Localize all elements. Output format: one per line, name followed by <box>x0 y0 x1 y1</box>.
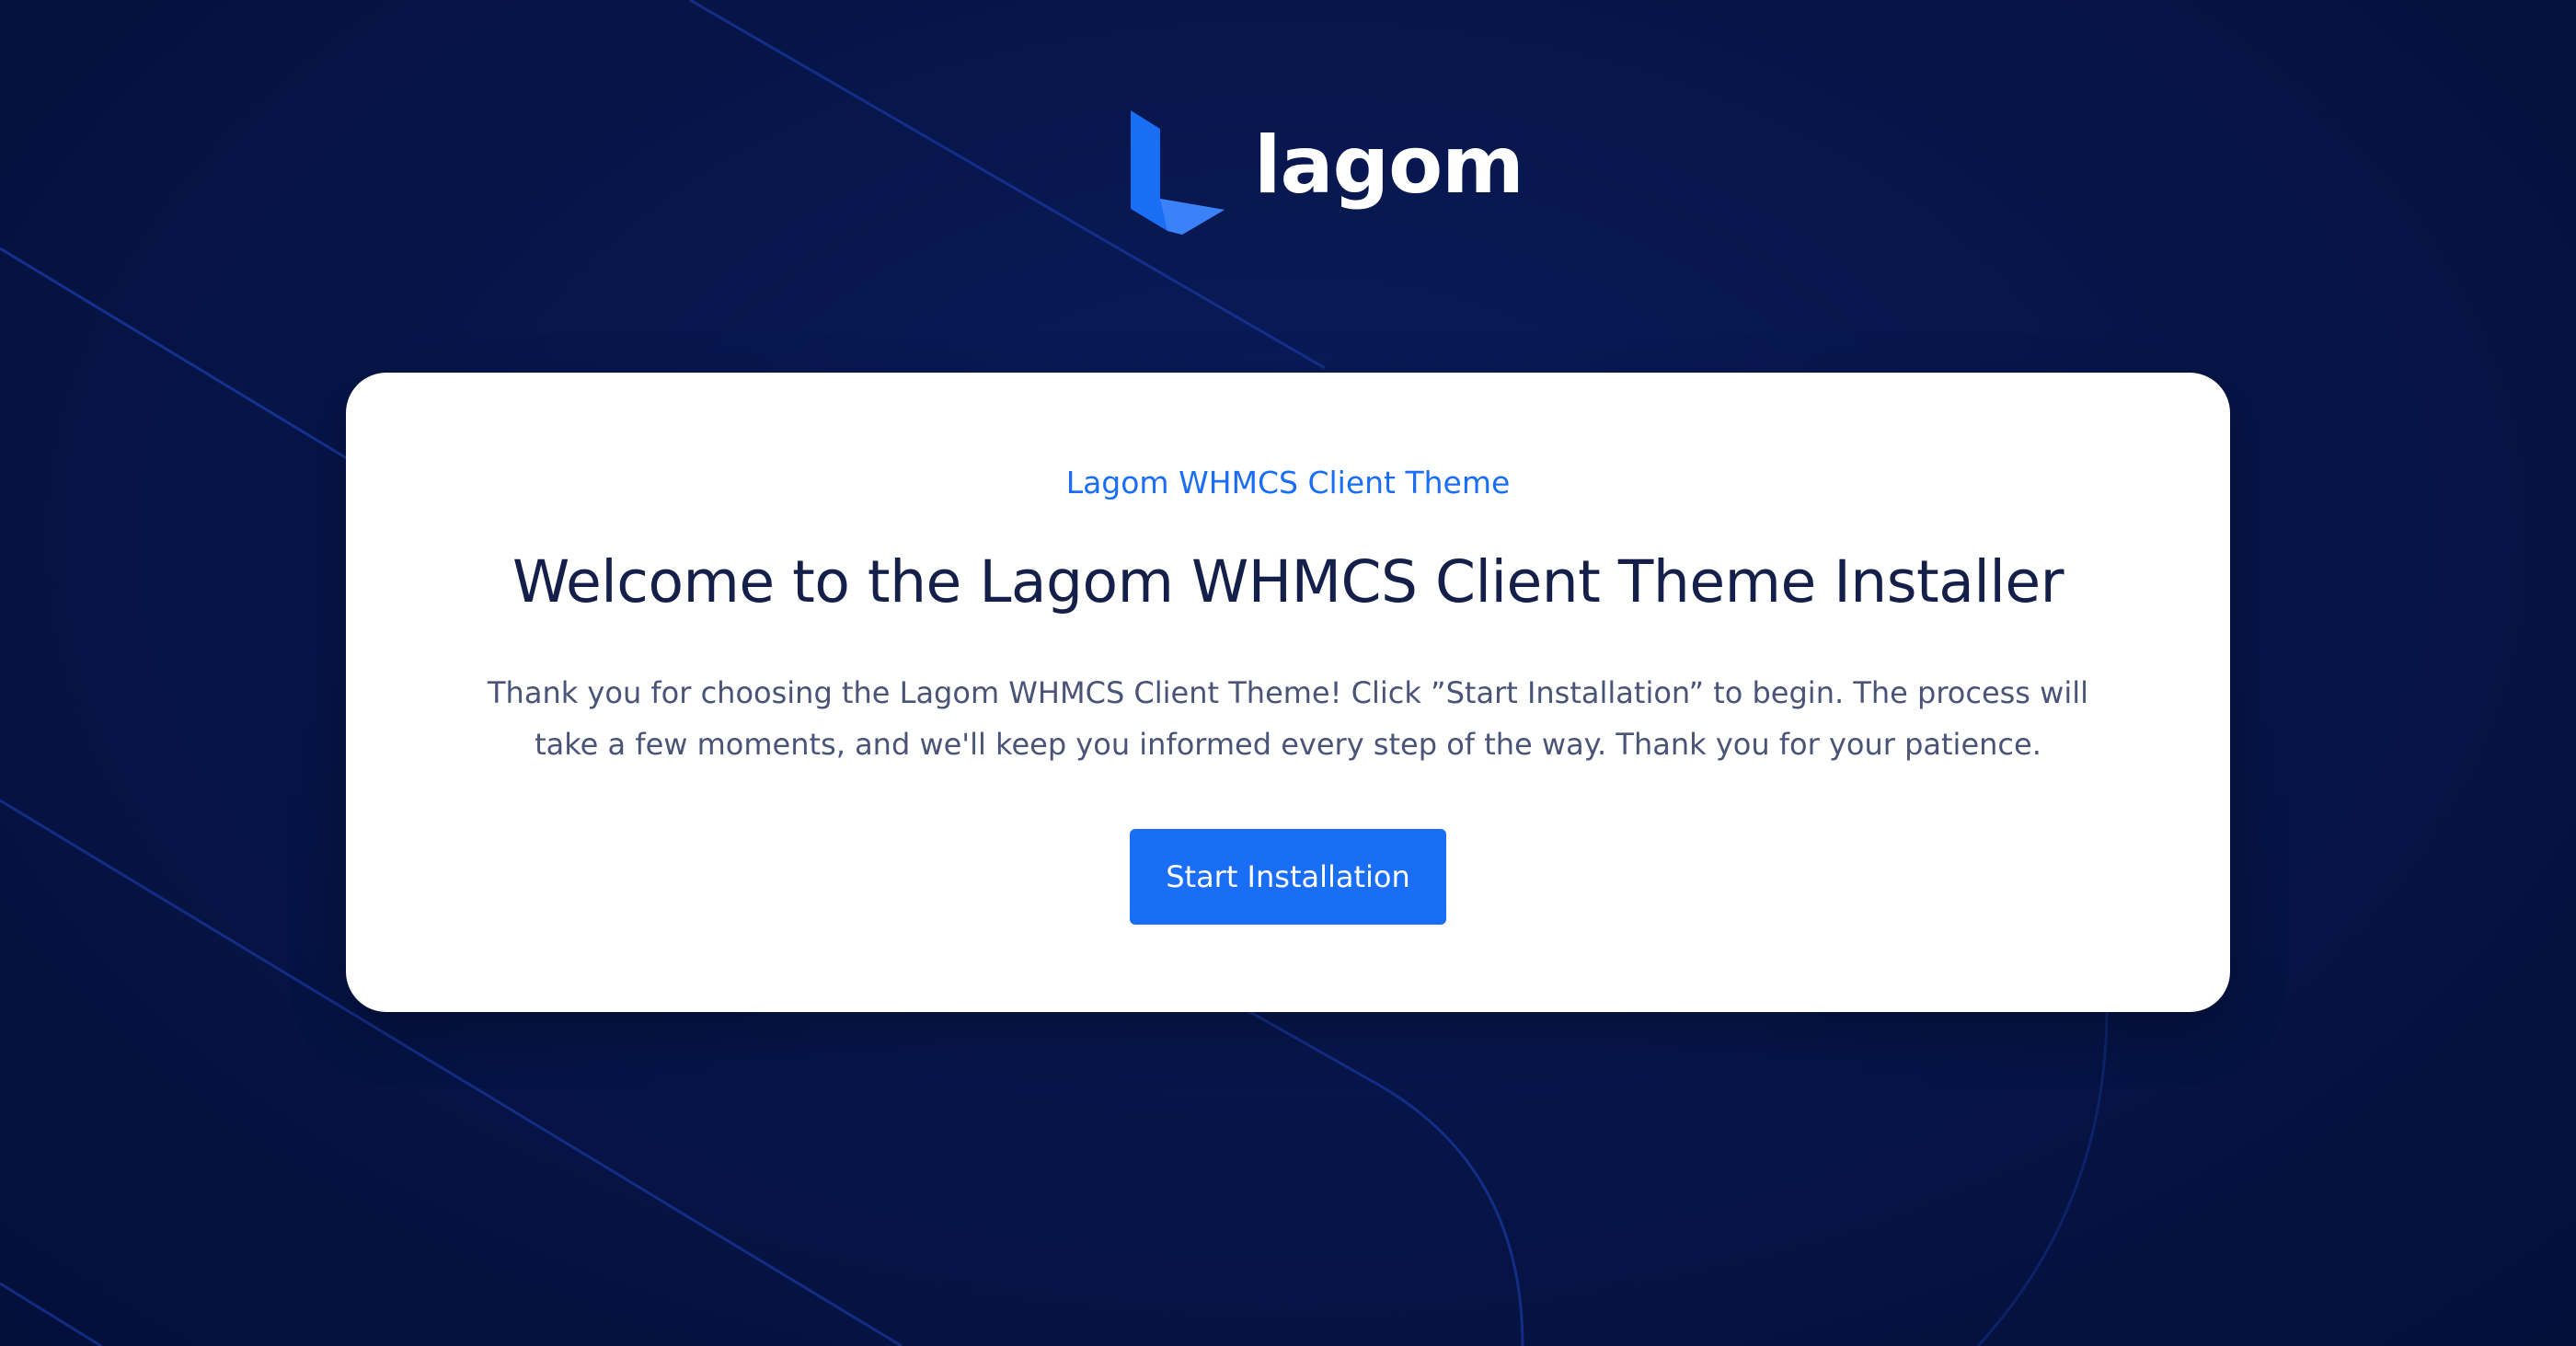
decorative-line <box>1241 1006 1524 1346</box>
logo-wordmark: lagom <box>1254 119 1524 212</box>
decorative-line <box>0 247 351 462</box>
decorative-line <box>1976 1007 2109 1346</box>
installer-description: Thank you for choosing the Lagom WHMCS C… <box>488 675 2088 762</box>
lagom-logo-icon <box>1131 110 1225 235</box>
start-installation-button[interactable]: Start Installation <box>1130 829 1446 925</box>
installer-card: Lagom WHMCS Client Theme Welcome to the … <box>346 373 2230 1012</box>
decorative-line <box>0 1282 102 1346</box>
product-name: Lagom WHMCS Client Theme <box>1065 465 1511 500</box>
page-title: Welcome to the Lagom WHMCS Client Theme … <box>512 548 2064 615</box>
lagom-logo: lagom <box>1127 110 1524 235</box>
